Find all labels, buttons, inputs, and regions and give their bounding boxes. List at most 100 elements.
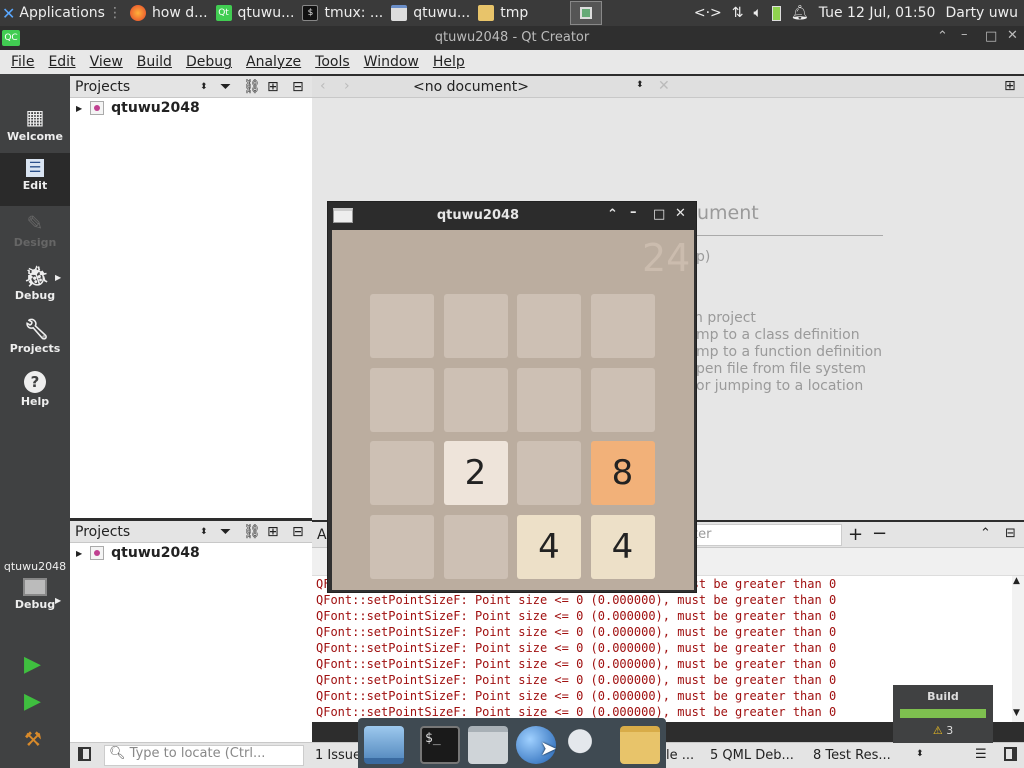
qt-icon: Qt xyxy=(215,5,232,21)
close-button[interactable]: ✕ xyxy=(1007,28,1018,43)
shade-button[interactable]: ⌃ xyxy=(607,207,618,222)
tab-issues[interactable]: 1 Issue xyxy=(315,748,361,763)
menu-help[interactable]: Help xyxy=(426,54,472,70)
task-tmp-folder[interactable]: tmp xyxy=(474,0,532,26)
toggle-output-icon[interactable] xyxy=(1004,747,1017,761)
build-progress[interactable]: Build ⚠ 3 xyxy=(893,685,993,743)
projects-panel-title[interactable]: Projects xyxy=(75,79,130,95)
combo-arrows-icon[interactable]: ⬍ xyxy=(916,749,924,759)
show-desktop-icon[interactable] xyxy=(364,726,404,764)
close-document-icon[interactable]: ✕ xyxy=(658,78,670,94)
terminal-icon[interactable]: $_ xyxy=(420,726,460,764)
menu-file[interactable]: File xyxy=(4,54,41,70)
game-window[interactable]: qtuwu2048 ⌃ – □ ✕ 24 2844 xyxy=(327,201,697,593)
close-pane-icon[interactable]: ⊟ xyxy=(1005,526,1016,541)
notification-icon[interactable]: 🔔︎ xyxy=(791,5,809,21)
workspace-switcher[interactable] xyxy=(570,1,603,25)
run-icon[interactable]: ▶ xyxy=(24,652,41,677)
shade-button[interactable]: ⌃ xyxy=(937,29,948,44)
maximize-button[interactable]: □ xyxy=(985,29,997,44)
tree-item-project[interactable]: ▶ qtuwu2048 xyxy=(76,100,200,116)
menu-view[interactable]: View xyxy=(83,54,130,70)
combo-arrows-icon[interactable]: ⬍ xyxy=(636,80,644,90)
output-filter-input[interactable]: ter xyxy=(692,524,842,546)
minimize-button[interactable]: – xyxy=(630,205,637,220)
network-icon[interactable]: <·> xyxy=(694,5,722,21)
task-firefox[interactable]: how d... xyxy=(126,0,212,26)
zoom-out-icon[interactable]: − xyxy=(872,523,887,544)
forward-icon[interactable]: › xyxy=(344,78,350,94)
output-scrollbar[interactable]: ▲ ▼ xyxy=(1012,576,1024,722)
clock[interactable]: Tue 12 Jul, 01:50 xyxy=(819,5,936,21)
tile-empty xyxy=(370,367,434,432)
transfer-icon[interactable]: ⇅ xyxy=(732,5,744,21)
toggle-sidebar-icon[interactable] xyxy=(78,747,91,761)
game-titlebar[interactable]: qtuwu2048 ⌃ – □ ✕ xyxy=(328,202,696,230)
task-qtuwu-game[interactable]: qtuwu... xyxy=(387,0,474,26)
menu-edit[interactable]: Edit xyxy=(41,54,82,70)
pencil-icon: ✎ xyxy=(26,211,44,235)
projects-tree: ▶ qtuwu2048 xyxy=(70,98,312,518)
menu-debug[interactable]: Debug xyxy=(179,54,239,70)
user-name[interactable]: Darty uwu xyxy=(945,5,1018,21)
task-tmux[interactable]: $ tmux: ... xyxy=(298,0,387,26)
build-hammer-icon[interactable]: ⚒ xyxy=(24,727,42,751)
tab-qml-debugger[interactable]: 5 QML Deb... xyxy=(710,748,794,763)
help-icon: ? xyxy=(24,371,46,393)
battery-icon[interactable] xyxy=(771,5,781,21)
locator-input[interactable]: 🔍︎ Type to locate (Ctrl... xyxy=(104,745,304,766)
debug-run-icon[interactable]: ▶ xyxy=(24,689,41,714)
menu-analyze[interactable]: Analyze xyxy=(239,54,308,70)
projects-panel-title[interactable]: Projects xyxy=(75,524,130,540)
app-finder-icon[interactable] xyxy=(564,726,604,764)
tree-item-project[interactable]: ▶ qtuwu2048 xyxy=(76,545,200,561)
close-panel-icon[interactable]: ⊟ xyxy=(292,524,304,540)
tile-empty xyxy=(370,294,434,358)
expand-arrow-icon[interactable]: ▶ xyxy=(76,549,82,558)
maximize-pane-icon[interactable]: ⌃ xyxy=(980,526,991,541)
menu-tools[interactable]: Tools xyxy=(308,54,357,70)
editor-bg-text: pen file from file system xyxy=(696,361,867,377)
close-button[interactable]: ✕ xyxy=(675,206,686,221)
filter-icon[interactable]: ⏷ xyxy=(220,524,231,540)
filter-icon[interactable]: ⏷ xyxy=(220,79,231,95)
game-board[interactable]: 24 2844 xyxy=(332,230,694,590)
scroll-down-icon[interactable]: ▼ xyxy=(1013,708,1020,718)
scroll-up-icon[interactable]: ▲ xyxy=(1013,576,1020,586)
task-label: tmp xyxy=(500,5,529,21)
split-icon[interactable]: ⊞ xyxy=(267,524,279,540)
mode-debug[interactable]: 🐞︎ Debug ▶ xyxy=(0,259,70,312)
maximize-button[interactable]: □ xyxy=(653,207,665,222)
applications-menu[interactable]: ✕ Applications ⋮ xyxy=(0,0,126,26)
mode-welcome[interactable]: ▦ Welcome xyxy=(0,100,70,153)
home-folder-icon[interactable] xyxy=(468,726,508,764)
menu-window[interactable]: Window xyxy=(357,54,426,70)
progress-toggle-icon[interactable]: ☰ xyxy=(975,747,987,762)
mode-projects[interactable]: 🔧︎ Projects xyxy=(0,312,70,365)
tab-test-results[interactable]: 8 Test Res... xyxy=(813,748,891,763)
volume-icon[interactable]: 🔈︎ xyxy=(754,5,762,21)
output-tab-partial[interactable]: A xyxy=(317,527,327,543)
kit-selector[interactable]: qtuwu2048 Debug ▶ xyxy=(0,554,70,624)
split-icon[interactable]: ⊞ xyxy=(267,79,279,95)
dock: $_ ➤ xyxy=(358,718,666,768)
minimize-button[interactable]: – xyxy=(961,27,968,42)
combo-arrows-icon[interactable]: ⬍ xyxy=(200,82,208,92)
close-panel-icon[interactable]: ⊟ xyxy=(292,79,304,95)
link-icon[interactable]: ⛓ xyxy=(243,524,261,540)
file-manager-icon[interactable] xyxy=(620,726,660,764)
zoom-in-icon[interactable]: + xyxy=(848,524,863,545)
task-qtcreator[interactable]: Qt qtuwu... xyxy=(212,0,299,26)
menu-build[interactable]: Build xyxy=(130,54,179,70)
combo-arrows-icon[interactable]: ⬍ xyxy=(200,527,208,537)
build-progress-bar xyxy=(900,709,986,718)
expand-arrow-icon[interactable]: ▶ xyxy=(76,104,82,113)
link-icon[interactable]: ⛓ xyxy=(243,79,261,95)
document-selector[interactable]: <no document> xyxy=(413,79,529,95)
tab-partial[interactable]: le ... xyxy=(666,748,694,763)
back-icon[interactable]: ‹ xyxy=(320,78,326,94)
project-icon xyxy=(90,101,105,115)
mode-edit[interactable]: ☰ Edit xyxy=(0,153,70,206)
mode-help[interactable]: ? Help xyxy=(0,365,70,418)
split-editor-icon[interactable]: ⊞ xyxy=(1004,78,1016,94)
